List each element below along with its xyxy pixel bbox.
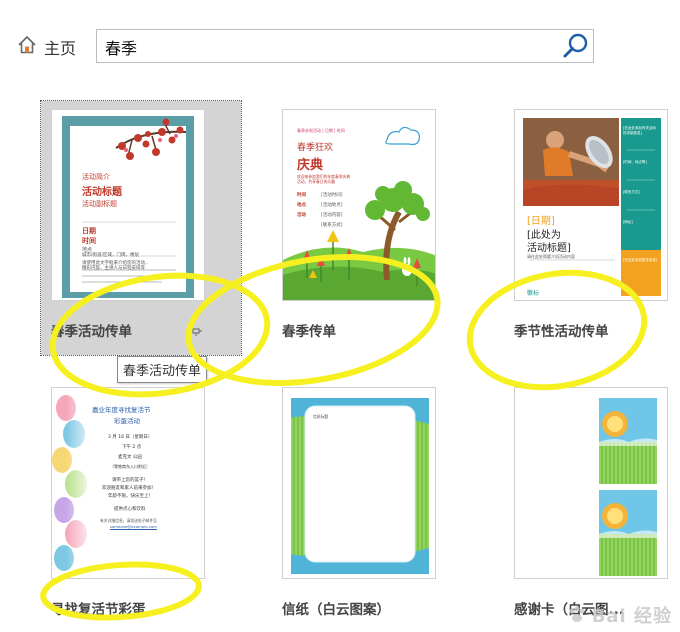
thumb-desc: 活动，共享春日的乐趣: [297, 179, 335, 184]
thumb-body-line: 精彩内容、主讲人与日程安排等: [82, 266, 145, 271]
search-input[interactable]: [103, 32, 557, 62]
thumb-invite: 年龄不限，快乐至上！: [108, 494, 153, 499]
thumb-email: someone@example.com: [110, 524, 157, 529]
thumb-side-text: [联系方式]: [623, 190, 640, 194]
thumb-label: 活动: [297, 213, 306, 218]
template-tile-spring-flyer[interactable]: 春季庆祝活动 | 日期 | 时间 春季狂欢 庆典 欢迎来参加我们的年度春季庆典 …: [272, 101, 472, 351]
thumb-logo: 徽标: [527, 290, 540, 297]
thumb-value: [联系方式]: [321, 223, 343, 228]
thumb-address: 城市/街道/区域，门牌，楼层: [82, 253, 140, 258]
thumb-date: 日期: [82, 227, 96, 235]
thumb-desc: 请在此处简要介绍活动内容: [527, 254, 575, 259]
thumb-intro: 活动简介: [82, 173, 110, 181]
template-tile-thank-you-card[interactable]: 感谢卡（白云图...: [504, 379, 680, 629]
template-thumbnail: 嘉业年度寻找复活节 彩蛋活动 3 月 16 日（星期日） 下午 2 点 麦克文 …: [51, 387, 205, 579]
thumb-place: 麦克文 公园: [118, 455, 142, 460]
thumb-food: 提供点心和饮料: [114, 507, 146, 512]
thumb-time: 时间: [82, 237, 96, 245]
thumb-note: （零售商东入口附近）: [110, 464, 150, 469]
template-tile-easter-egg-hunt[interactable]: 嘉业年度寻找复活节 彩蛋活动 3 月 16 日（星期日） 下午 2 点 麦克文 …: [41, 379, 241, 629]
watermark-text: Bai 经验: [591, 606, 672, 627]
thumb-invite: 请带上您的篮子！: [112, 478, 148, 483]
home-icon: [16, 34, 38, 60]
template-name: 春季活动传单: [51, 324, 132, 340]
thumb-side-text: [网址]: [623, 220, 633, 224]
template-thumbnail: 活动简介 活动标题 活动副标题 日期 时间 地点 城市/街道/区域，门牌，楼层 …: [51, 109, 205, 301]
thumb-time: 下午 2 点: [122, 445, 142, 450]
template-thumbnail: [日期] [此处为 活动标题] 请在此处简要介绍活动内容 徽标 [在此处添加有关…: [514, 109, 668, 301]
thumb-title1: 春季狂欢: [297, 143, 334, 153]
thumb-side-text: [在此处添加有关活动的详细信息]: [623, 126, 656, 135]
thumb-title: 活动标题: [82, 187, 122, 198]
thumb-top-line: 春季庆祝活动 | 日期 | 时间: [297, 128, 345, 133]
thumb-side-text: [在此处添加更多信息]: [623, 258, 658, 262]
template-thumbnail: 春季庆祝活动 | 日期 | 时间 春季狂欢 庆典 欢迎来参加我们的年度春季庆典 …: [282, 109, 436, 301]
thumb-label: 时间: [297, 193, 306, 198]
template-name: 信纸（白云图案）: [282, 602, 390, 618]
template-thumbnail: [514, 387, 668, 579]
thumb-invite: 欢迎朋友和家人前来参加！: [102, 486, 156, 491]
template-tile-spring-event-flyer[interactable]: 活动简介 活动标题 活动副标题 日期 时间 地点 城市/街道/区域，门牌，楼层 …: [40, 100, 242, 356]
template-name: 季节性活动传单: [514, 324, 609, 340]
thumb-value: [活动时间]: [321, 193, 343, 198]
home-label: 主页: [44, 39, 77, 58]
template-name: 寻找复活节彩蛋...: [51, 602, 161, 618]
thumb-value: [活动地点]: [321, 203, 343, 208]
search-icon[interactable]: [561, 31, 591, 61]
thumb-side-text: [时间、地点等]: [623, 160, 647, 164]
watermark: Bai 经验: [566, 602, 672, 628]
thumb-subtitle: 活动副标题: [82, 200, 117, 208]
thumb-title2: 活动标题]: [527, 243, 571, 254]
thumb-title1: 嘉业年度寻找复活节: [92, 406, 151, 414]
thumb-heading: 信纸标题: [313, 414, 329, 419]
thumb-date: [日期]: [527, 216, 555, 227]
search-box[interactable]: [96, 29, 594, 63]
thumb-value: [活动内容]: [321, 213, 343, 218]
home-button[interactable]: 主页: [16, 34, 76, 60]
thumb-date: 3 月 16 日（星期日）: [108, 435, 153, 440]
template-tile-seasonal-event-flyer[interactable]: [日期] [此处为 活动标题] 请在此处简要介绍活动内容 徽标 [在此处添加有关…: [504, 101, 680, 351]
template-thumbnail: 信纸标题: [282, 387, 436, 579]
thumb-title2: 彩蛋活动: [114, 417, 140, 425]
tooltip: 春季活动传单: [117, 356, 208, 383]
template-tile-stationery-cloud[interactable]: 信纸标题 信纸（白云图案）: [272, 379, 472, 629]
thumb-title2: 庆典: [297, 158, 324, 173]
top-bar: 主页: [0, 0, 680, 92]
paw-logo-icon: [569, 606, 585, 622]
template-name: 春季传单: [282, 324, 336, 340]
pin-icon[interactable]: [191, 322, 203, 336]
thumb-label: 地点: [297, 203, 306, 208]
